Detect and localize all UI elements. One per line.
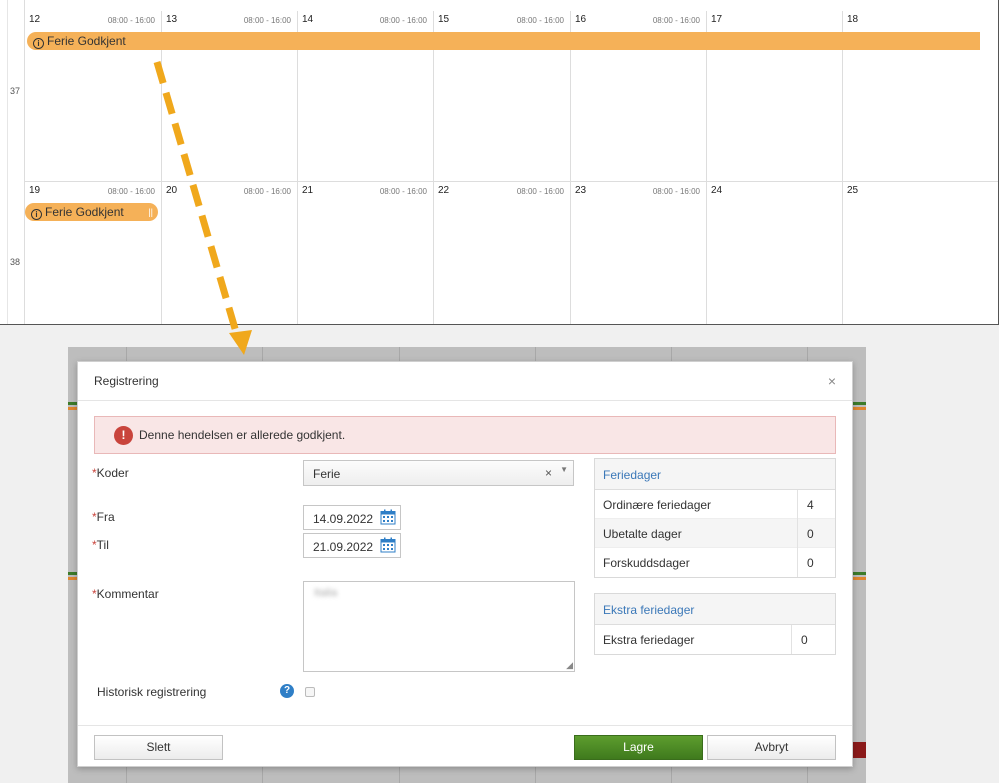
historisk-label: Historisk registrering xyxy=(97,685,207,699)
event-label: Ferie Godkjent xyxy=(47,34,126,48)
calendar-icon[interactable] xyxy=(380,509,396,525)
panel-title: Feriedager xyxy=(603,468,662,482)
koder-label-text: Koder xyxy=(96,466,129,480)
kommentar-value: Italia xyxy=(314,587,338,599)
work-hours: 08:00 - 16:00 xyxy=(107,187,155,196)
fra-date-value: 14.09.2022 xyxy=(313,512,374,526)
day-number: 18 xyxy=(847,14,859,25)
dialog-header: Registrering × xyxy=(78,362,852,401)
day-number: 14 xyxy=(302,14,314,25)
info-icon: i xyxy=(31,209,42,220)
row-label: Ordinære feriedager xyxy=(603,498,712,512)
work-hours: 08:00 - 16:00 xyxy=(379,16,427,25)
table-row: Forskuddsdager 0 xyxy=(595,548,835,577)
fra-date-field[interactable]: 14.09.2022 xyxy=(303,505,401,530)
event-label: Ferie Godkjent xyxy=(45,205,124,219)
table-row: Ekstra feriedager 0 xyxy=(595,625,835,654)
row-label: Ubetalte dager xyxy=(603,527,682,541)
row-value: 0 xyxy=(797,548,837,577)
work-hours: 08:00 - 16:00 xyxy=(379,187,427,196)
panel-header: Ekstra feriedager xyxy=(595,594,835,625)
til-label: *Til xyxy=(92,538,109,552)
historisk-checkbox[interactable] xyxy=(305,687,315,697)
kommentar-label: *Kommentar xyxy=(92,587,159,601)
work-hours: 08:00 - 16:00 xyxy=(243,187,291,196)
day-number: 21 xyxy=(302,185,314,196)
day-cell[interactable]: 24 xyxy=(707,182,843,324)
calendar-icon[interactable] xyxy=(380,537,396,553)
day-number: 20 xyxy=(166,185,178,196)
ekstra-feriedager-panel: Ekstra feriedager Ekstra feriedager 0 xyxy=(594,593,836,655)
til-label-text: Til xyxy=(96,538,109,552)
week-number-column xyxy=(0,0,25,324)
chevron-down-icon[interactable]: ▼ xyxy=(560,465,568,474)
koder-label: *Koder xyxy=(92,466,129,480)
resize-handle[interactable]: || xyxy=(148,203,153,221)
koder-value: Ferie xyxy=(313,467,341,481)
day-number: 25 xyxy=(847,185,859,196)
day-number: 22 xyxy=(438,185,450,196)
kommentar-label-text: Kommentar xyxy=(96,587,159,601)
registration-dialog: Registrering × ! Denne hendelsen er alle… xyxy=(77,361,853,767)
background-marker xyxy=(853,407,866,410)
work-hours: 08:00 - 16:00 xyxy=(516,16,564,25)
fra-label-text: Fra xyxy=(96,510,115,524)
day-number: 13 xyxy=(166,14,178,25)
alert-message: Denne hendelsen er allerede godkjent. xyxy=(139,428,346,442)
row-value: 4 xyxy=(797,490,837,519)
work-hours: 08:00 - 16:00 xyxy=(652,187,700,196)
row-value: 0 xyxy=(791,625,831,654)
alert-banner: ! Denne hendelsen er allerede godkjent. xyxy=(94,416,836,454)
row-label: Forskuddsdager xyxy=(603,556,690,570)
clear-icon[interactable]: × xyxy=(545,466,552,480)
close-icon[interactable]: × xyxy=(828,373,836,389)
day-number: 19 xyxy=(29,185,41,196)
exclamation-icon: ! xyxy=(114,426,133,445)
work-hours: 08:00 - 16:00 xyxy=(107,16,155,25)
background-marker xyxy=(853,402,866,405)
cancel-button[interactable]: Avbryt xyxy=(707,735,836,760)
table-row: Ubetalte dager 0 xyxy=(595,519,835,548)
background-marker xyxy=(853,572,866,575)
fra-label: *Fra xyxy=(92,510,115,524)
week-number: 37 xyxy=(10,86,21,96)
til-date-field[interactable]: 21.09.2022 xyxy=(303,533,401,558)
day-cell[interactable]: 22 08:00 - 16:00 xyxy=(434,182,571,324)
day-cell[interactable]: 20 08:00 - 16:00 xyxy=(162,182,298,324)
day-number: 24 xyxy=(711,185,723,196)
work-hours: 08:00 - 16:00 xyxy=(516,187,564,196)
resize-grip-icon[interactable]: ◢ xyxy=(566,661,573,670)
feriedager-panel: Feriedager Ordinære feriedager 4 Ubetalt… xyxy=(594,458,836,578)
vacation-event[interactable]: i Ferie Godkjent || xyxy=(25,203,158,221)
work-hours: 08:00 - 16:00 xyxy=(243,16,291,25)
week-number: 38 xyxy=(10,257,21,267)
delete-button[interactable]: Slett xyxy=(94,735,223,760)
day-number: 16 xyxy=(575,14,587,25)
table-row: Ordinære feriedager 4 xyxy=(595,490,835,519)
day-number: 15 xyxy=(438,14,450,25)
panel-title: Ekstra feriedager xyxy=(603,603,695,617)
background-marker xyxy=(853,577,866,580)
dialog-footer: Slett Lagre Avbryt xyxy=(78,725,852,767)
help-icon[interactable]: ? xyxy=(280,684,294,698)
day-number: 23 xyxy=(575,185,587,196)
day-cell[interactable]: 25 xyxy=(843,182,998,324)
panel-header: Feriedager xyxy=(595,459,835,490)
day-cell[interactable]: 21 08:00 - 16:00 xyxy=(298,182,434,324)
til-date-value: 21.09.2022 xyxy=(313,540,374,554)
calendar-month-view: 37 38 12 08:00 - 16:00 13 08:00 - 16:00 … xyxy=(0,0,999,325)
day-number: 17 xyxy=(711,14,723,25)
info-icon: i xyxy=(33,38,44,49)
row-value: 0 xyxy=(797,519,837,548)
day-cell[interactable]: 23 08:00 - 16:00 xyxy=(571,182,707,324)
work-hours: 08:00 - 16:00 xyxy=(652,16,700,25)
day-number: 12 xyxy=(29,14,41,25)
vacation-event[interactable]: i Ferie Godkjent xyxy=(27,32,980,50)
save-button[interactable]: Lagre xyxy=(574,735,703,760)
row-label: Ekstra feriedager xyxy=(603,633,695,647)
kommentar-textarea[interactable]: Italia ◢ xyxy=(303,581,575,672)
koder-select[interactable]: Ferie × ▼ xyxy=(303,460,574,486)
background-marker xyxy=(853,742,866,758)
dialog-title: Registrering xyxy=(94,374,159,388)
